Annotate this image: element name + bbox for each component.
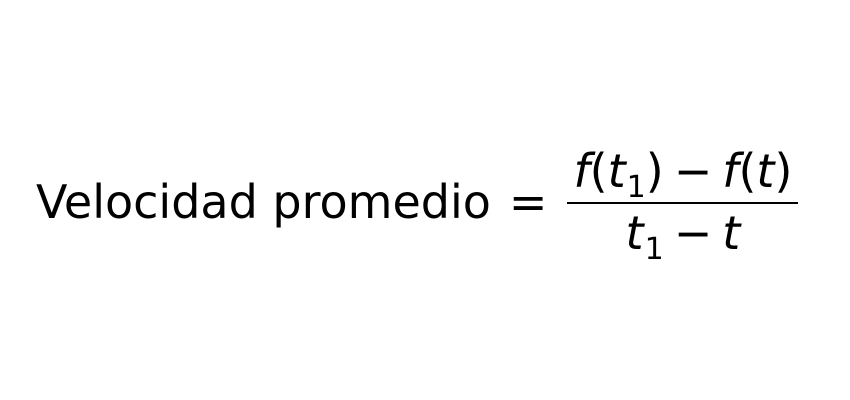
- variable-t: t: [607, 144, 626, 198]
- velocity-equation: Velocidad promedio = f ( t 1 ) − f ( t )…: [36, 138, 799, 266]
- close-paren: ): [774, 144, 793, 198]
- function-f: f: [722, 144, 739, 198]
- fraction: f ( t 1 ) − f ( t ) t 1 − t: [567, 144, 799, 265]
- function-f: f: [573, 144, 590, 198]
- variable-t: t: [722, 206, 741, 260]
- variable-t: t: [625, 206, 644, 260]
- minus-sign: −: [673, 206, 713, 260]
- open-paren: (: [738, 144, 757, 198]
- equals-sign: =: [508, 175, 548, 229]
- subscript-1: 1: [644, 232, 664, 267]
- fraction-numerator: f ( t 1 ) − f ( t ): [567, 144, 798, 205]
- close-paren: ): [645, 144, 664, 198]
- open-paren: (: [589, 144, 608, 198]
- equation-lhs: Velocidad promedio: [36, 175, 491, 229]
- fraction-denominator: t 1 − t: [620, 204, 747, 265]
- minus-sign: −: [673, 144, 713, 198]
- subscript-1: 1: [626, 170, 646, 205]
- variable-t: t: [756, 144, 775, 198]
